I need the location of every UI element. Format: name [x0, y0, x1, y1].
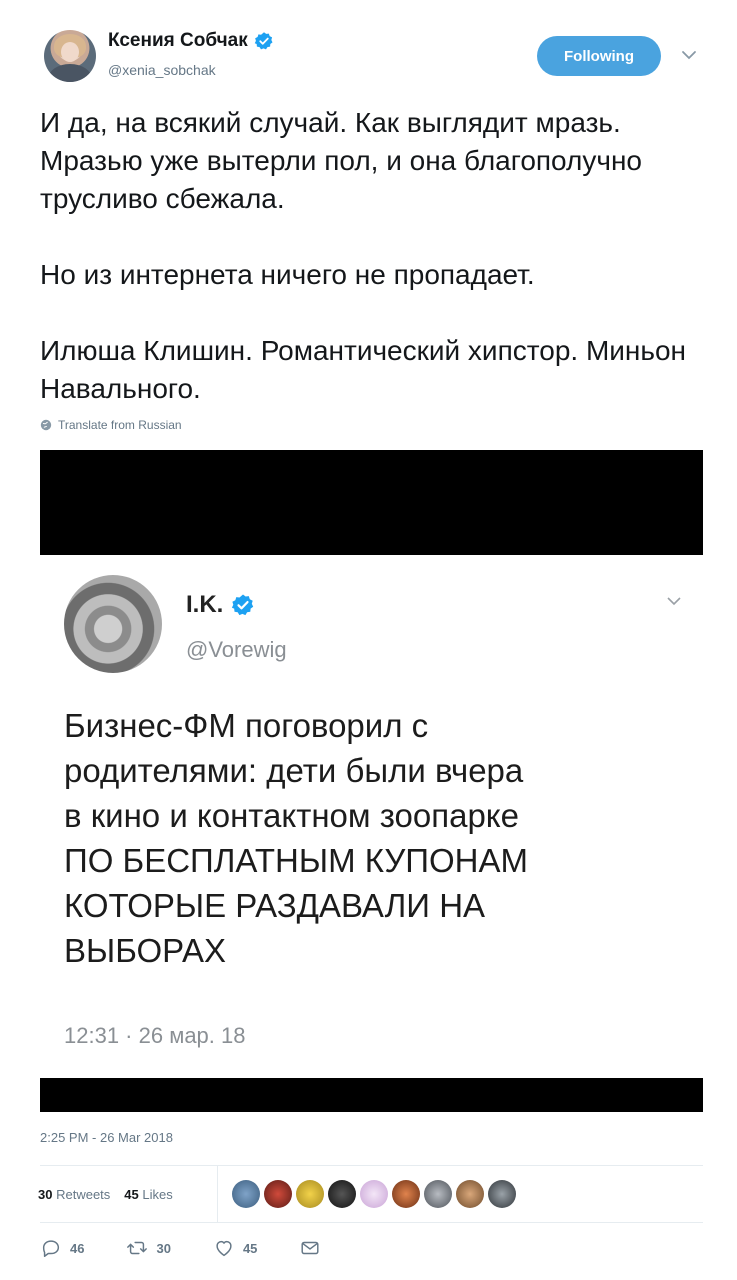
liker-avatar[interactable]: [392, 1180, 420, 1208]
embedded-time: 12:31 · 26 мар. 18: [64, 1023, 246, 1048]
translate-link[interactable]: Translate from Russian: [40, 418, 182, 432]
chevron-down-icon: [667, 597, 681, 606]
chevron-down-icon[interactable]: [680, 48, 698, 62]
tweet-paragraph: Но из интернета ничего не пропадает.: [40, 259, 535, 290]
embedded-display-name: I.K.: [186, 591, 224, 618]
embedded-handle: @Vorewig: [186, 637, 287, 662]
embedded-tweet-text: Бизнес-ФМ поговорил с родителями: дети б…: [64, 703, 684, 973]
embedded-line: ВЫБОРАХ: [64, 932, 227, 969]
divider: [40, 1222, 703, 1223]
tweet-timestamp[interactable]: 2:25 PM - 26 Mar 2018: [40, 1130, 173, 1145]
like-button[interactable]: 45: [213, 1237, 257, 1259]
liker-avatar[interactable]: [296, 1180, 324, 1208]
retweets-label: Retweets: [56, 1186, 111, 1202]
tweet-paragraph: И да, на всякий случай. Как выглядит мра…: [40, 107, 642, 214]
following-button[interactable]: Following: [537, 36, 661, 76]
tweet-actions: 46 30 45: [40, 1236, 363, 1260]
liker-avatar[interactable]: [328, 1180, 356, 1208]
tweet-stats: 30 Retweets 45 Likes: [38, 1166, 187, 1222]
embedded-line: родителями: дети были вчера: [64, 752, 524, 789]
heart-icon: [216, 1240, 232, 1257]
envelope-icon: [301, 1241, 319, 1255]
verified-badge-icon: [254, 32, 273, 50]
reply-count: 46: [70, 1240, 85, 1256]
tweet-paragraph: Илюша Клишин. Романтический хипстор. Мин…: [40, 335, 686, 404]
liker-avatar[interactable]: [456, 1180, 484, 1208]
verified-badge-icon: [232, 594, 254, 616]
author-avatar[interactable]: [44, 30, 96, 82]
embedded-line: КОТОРЫЕ РАЗДАВАЛИ НА: [64, 887, 486, 924]
stats-separator: [217, 1166, 218, 1222]
likes-label: Likes: [142, 1186, 173, 1202]
author-name-row[interactable]: Ксения Собчак: [108, 30, 274, 52]
author-display-name[interactable]: Ксения Собчак: [108, 30, 248, 52]
liker-avatar[interactable]: [424, 1180, 452, 1208]
tweet-header: Ксения Собчак @xenia_sobchak Following: [0, 0, 737, 100]
translate-label[interactable]: Translate from Russian: [58, 418, 182, 432]
embedded-tweet-screenshot: I.K. @Vorewig Бизнес-ФМ поговорил с роди…: [40, 555, 703, 1078]
tweet-media-image[interactable]: I.K. @Vorewig Бизнес-ФМ поговорил с роди…: [40, 450, 703, 1112]
reply-icon: [42, 1240, 60, 1257]
likes-stat[interactable]: 45 Likes: [124, 1187, 172, 1202]
retweet-count: 30: [156, 1240, 171, 1256]
embedded-line: ПО БЕСПЛАТНЫМ КУПОНАМ: [64, 842, 528, 879]
globe-icon: [40, 419, 52, 431]
liker-avatar[interactable]: [360, 1180, 388, 1208]
embedded-line: в кино и контактном зоопарке: [64, 797, 519, 834]
retweets-count: 30: [38, 1186, 53, 1202]
direct-message-button[interactable]: [299, 1237, 321, 1259]
liker-avatars: [232, 1180, 516, 1208]
retweets-stat[interactable]: 30 Retweets: [38, 1187, 110, 1202]
reply-button[interactable]: 46: [40, 1237, 84, 1259]
retweet-button[interactable]: 30: [126, 1237, 171, 1259]
embedded-name-row: I.K.: [186, 591, 255, 619]
tweet-text: И да, на всякий случай. Как выглядит мра…: [40, 104, 700, 408]
author-handle[interactable]: @xenia_sobchak: [108, 62, 216, 78]
liker-avatar[interactable]: [264, 1180, 292, 1208]
liker-avatar[interactable]: [232, 1180, 260, 1208]
liker-avatar[interactable]: [488, 1180, 516, 1208]
like-count: 45: [242, 1240, 258, 1256]
likes-count: 45: [124, 1186, 139, 1202]
retweet-icon: [127, 1241, 148, 1255]
embedded-avatar: [64, 575, 162, 673]
embedded-line: Бизнес-ФМ поговорил с: [64, 707, 429, 744]
